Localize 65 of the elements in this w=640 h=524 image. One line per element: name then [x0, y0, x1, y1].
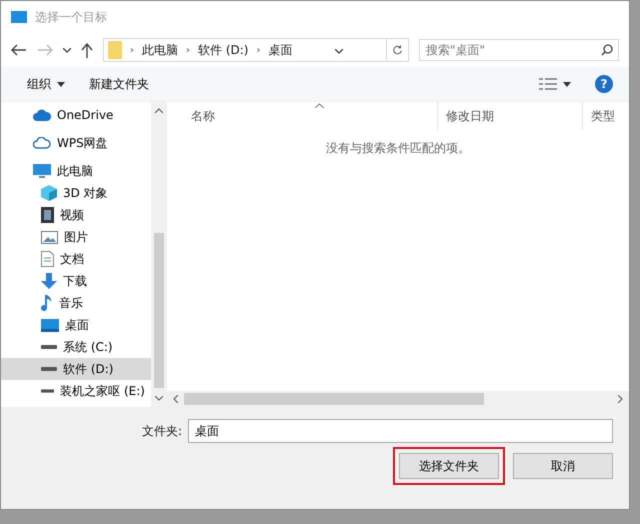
folder-icon — [108, 41, 122, 59]
navigation-item[interactable]: 视频 — [1, 204, 151, 226]
dialog-button[interactable]: 选择文件夹 — [399, 453, 499, 479]
cube-icon — [41, 185, 57, 201]
organize-menu-button[interactable]: 组织 — [27, 76, 65, 92]
monitor-icon — [33, 164, 51, 178]
film-icon — [41, 207, 54, 223]
navigation-item[interactable]: 下载 — [1, 270, 151, 292]
breadcrumb[interactable]: 软件 (D:) — [198, 42, 248, 58]
document-icon — [41, 251, 54, 267]
view-options-button[interactable] — [539, 78, 571, 90]
empty-message: 没有与搜索条件匹配的项。 — [326, 141, 470, 155]
column-header[interactable]: 修改日期 — [437, 102, 582, 130]
drive-icon — [41, 388, 54, 394]
column-header[interactable]: 名称 — [167, 102, 437, 130]
picture-icon — [41, 230, 58, 244]
search-icon — [601, 44, 613, 56]
column-header[interactable]: 类型 — [582, 102, 629, 130]
chevron-icon — [335, 49, 344, 54]
up-button[interactable] — [81, 42, 93, 58]
folder-input[interactable]: 桌面 — [188, 419, 613, 443]
search-field[interactable]: 搜索"桌面" — [419, 39, 619, 61]
cloud-icon — [33, 109, 51, 121]
recent-dropdown-button[interactable] — [63, 48, 71, 52]
cloud-icon — [33, 137, 51, 149]
breadcrumb[interactable]: 桌面 — [268, 42, 292, 58]
back-button[interactable] — [11, 44, 27, 56]
drive-icon — [41, 366, 57, 372]
window-icon — [11, 11, 27, 23]
down-arrow-icon — [41, 273, 57, 289]
breadcrumb-separator: › — [186, 44, 190, 56]
navigation-item[interactable]: 此电脑 — [1, 160, 151, 182]
navigation-item[interactable]: 图片 — [1, 226, 151, 248]
scroll-down-icon[interactable] — [155, 396, 163, 401]
refresh-icon — [393, 44, 402, 56]
address-bar[interactable]: › 此电脑 › 软件 (D:) › 桌面 — [103, 38, 409, 62]
navigation-item[interactable]: 3D 对象 — [1, 182, 151, 204]
dropdown-triangle-icon — [57, 82, 65, 86]
window-title: 选择一个目标 — [35, 8, 108, 26]
music-note-icon — [41, 294, 53, 312]
chevron-icon — [63, 48, 71, 52]
breadcrumb[interactable]: 此电脑 — [142, 42, 178, 58]
navigation-item[interactable]: 桌面 — [1, 314, 151, 336]
navigation-item[interactable]: 系统 (C:) — [1, 336, 151, 358]
scroll-up-icon[interactable] — [155, 108, 163, 113]
navigation-item[interactable]: 装机之家呕 (E:) — [1, 380, 151, 402]
folder-label: 文件夹: — [142, 422, 182, 440]
navigation-item[interactable]: OneDrive — [1, 104, 151, 126]
help-button[interactable]: ? — [595, 75, 613, 93]
desktop-icon — [41, 318, 59, 332]
scroll-left-icon[interactable] — [173, 395, 178, 403]
new-folder-button[interactable]: 新建文件夹 — [89, 76, 149, 92]
drive-icon — [41, 344, 57, 350]
navigation-item[interactable]: WPS网盘 — [1, 132, 151, 154]
dropdown-triangle-icon — [563, 82, 571, 86]
dialog-button[interactable]: 取消 — [513, 453, 613, 479]
navigation-item[interactable]: 文档 — [1, 248, 151, 270]
navigation-item[interactable]: 软件 (D:) — [1, 358, 151, 380]
vertical-scrollbar[interactable] — [151, 102, 167, 407]
navigation-item[interactable]: 音乐 — [1, 292, 151, 314]
sort-caret-icon — [315, 103, 324, 108]
scroll-right-icon[interactable] — [618, 395, 623, 403]
breadcrumb-separator: › — [256, 44, 260, 56]
breadcrumb-separator: › — [130, 44, 134, 56]
horizontal-scrollbar[interactable] — [167, 391, 629, 407]
